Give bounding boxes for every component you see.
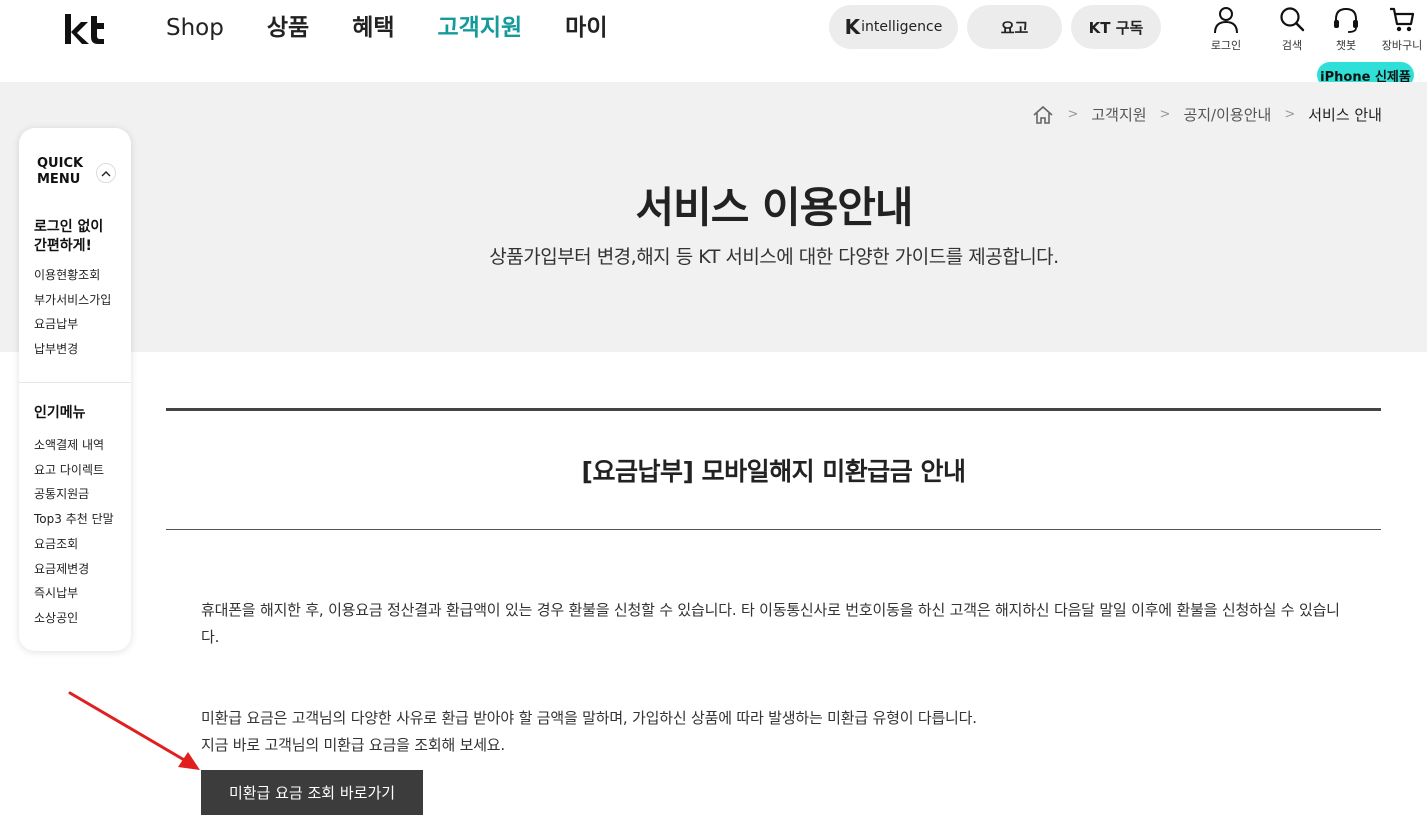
- quick-link-small-business[interactable]: 소상공인: [34, 606, 114, 631]
- nav-customer-support[interactable]: 고객지원: [438, 12, 523, 44]
- search-label: 검색: [1281, 39, 1303, 52]
- kt-logo[interactable]: [64, 12, 106, 46]
- page-subtitle: 상품가입부터 변경,해지 등 KT 서비스에 대한 다양한 가이드를 제공합니다…: [489, 246, 1059, 268]
- content-top-rule: [166, 408, 1381, 411]
- quick-link-plan-change[interactable]: 요금제변경: [34, 557, 114, 582]
- refund-detail-line1: 미환급 요금은 고객님의 다양한 사유로 환급 받아야 할 금액을 말하며, 가…: [201, 709, 977, 727]
- refund-detail-paragraph: 미환급 요금은 고객님의 다양한 사유로 환급 받아야 할 금액을 말하며, 가…: [201, 705, 1351, 759]
- nav-products[interactable]: 상품: [267, 12, 309, 44]
- kt-subscribe-button[interactable]: KT 구독: [1071, 5, 1161, 49]
- page-title: 서비스 이용안내: [635, 183, 913, 232]
- content-title-rule: [166, 529, 1381, 530]
- quick-section-popular-list: 소액결제 내역 요고 다이렉트 공통지원금 Top3 추천 단말 요금조회 요금…: [34, 433, 114, 631]
- search-button[interactable]: 검색: [1267, 6, 1317, 53]
- breadcrumb-separator: >: [1067, 107, 1079, 122]
- quick-menu: QUICK MENU 로그인 없이 간편하게! 이용현황조회 부가서비스가입 요…: [19, 128, 131, 651]
- breadcrumb-separator: >: [1284, 107, 1296, 122]
- breadcrumb-service-guide[interactable]: 서비스 안내: [1308, 104, 1382, 125]
- quick-section-no-login-title-line1: 로그인 없이: [34, 219, 104, 235]
- cart-icon: [1390, 7, 1415, 32]
- quick-link-subsidy[interactable]: 공통지원금: [34, 482, 114, 507]
- nav-shop[interactable]: Shop: [166, 12, 224, 44]
- k-intelligence-button[interactable]: K intelligence: [829, 5, 958, 49]
- person-icon: [1214, 7, 1238, 34]
- quick-menu-divider: [19, 382, 131, 383]
- refund-detail-line2: 지금 바로 고객님의 미환급 요금을 조회해 보세요.: [201, 736, 505, 754]
- breadcrumb-notice[interactable]: 공지/이용안내: [1183, 104, 1271, 125]
- quick-link-yogo-direct[interactable]: 요고 다이렉트: [34, 458, 114, 483]
- quick-link-pay-change[interactable]: 납부변경: [34, 337, 111, 362]
- login-label: 로그인: [1210, 39, 1242, 52]
- home-icon[interactable]: [1032, 105, 1054, 125]
- quick-link-addon[interactable]: 부가서비스가입: [34, 288, 111, 313]
- nav-benefits[interactable]: 혜택: [352, 12, 394, 44]
- cart-button[interactable]: 장바구니: [1378, 6, 1426, 53]
- nav-my[interactable]: 마이: [565, 12, 607, 44]
- quick-link-top3[interactable]: Top3 추천 단말: [34, 507, 114, 532]
- chatbot-button[interactable]: 챗봇: [1321, 6, 1371, 53]
- breadcrumb-separator: >: [1159, 107, 1171, 122]
- chevron-up-icon: [101, 170, 111, 176]
- refund-inquiry-button[interactable]: 미환급 요금 조회 바로가기: [201, 770, 423, 815]
- global-header: Shop 상품 혜택 고객지원 마이 K intelligence 요고 KT …: [0, 0, 1427, 88]
- quick-section-popular-title: 인기메뉴: [34, 405, 86, 421]
- quick-section-no-login-title-line2: 간편하게!: [34, 238, 92, 254]
- refund-intro-paragraph: 휴대폰을 해지한 후, 이용요금 정산결과 환급액이 있는 경우 환불을 신청할…: [201, 601, 1340, 646]
- quick-link-fee-check[interactable]: 요금조회: [34, 532, 114, 557]
- breadcrumb-customer-support[interactable]: 고객지원: [1091, 104, 1146, 125]
- search-icon: [1280, 7, 1305, 32]
- content-title: [요금납부] 모바일해지 미환급금 안내: [581, 457, 966, 486]
- quick-link-micropay[interactable]: 소액결제 내역: [34, 433, 114, 458]
- quick-section-no-login-title: 로그인 없이 간편하게!: [34, 218, 103, 256]
- quick-menu-title: QUICK MENU: [37, 156, 83, 188]
- k-intelligence-label: intelligence: [861, 19, 943, 35]
- kt-logo-icon: [65, 14, 104, 44]
- headset-icon: [1334, 7, 1358, 33]
- quick-menu-title-line1: QUICK: [37, 156, 84, 171]
- cart-label: 장바구니: [1381, 39, 1423, 52]
- yogo-button[interactable]: 요고: [967, 5, 1062, 49]
- quick-link-instant-pay[interactable]: 즉시납부: [34, 581, 114, 606]
- quick-link-usage[interactable]: 이용현황조회: [34, 263, 111, 288]
- hero-banner: > 고객지원 > 공지/이용안내 > 서비스 안내 서비스 이용안내 상품가입부…: [0, 82, 1427, 352]
- chatbot-label: 챗봇: [1335, 39, 1357, 52]
- k-intelligence-k: K: [844, 15, 860, 39]
- login-button[interactable]: 로그인: [1201, 6, 1251, 53]
- breadcrumb: > 고객지원 > 공지/이용안내 > 서비스 안내: [1032, 104, 1382, 125]
- quick-link-pay[interactable]: 요금납부: [34, 312, 111, 337]
- quick-menu-title-line2: MENU: [37, 172, 81, 187]
- quick-menu-toggle[interactable]: [96, 163, 116, 183]
- quick-section-no-login-list: 이용현황조회 부가서비스가입 요금납부 납부변경: [34, 263, 111, 362]
- main-nav: Shop 상품 혜택 고객지원 마이: [166, 12, 650, 44]
